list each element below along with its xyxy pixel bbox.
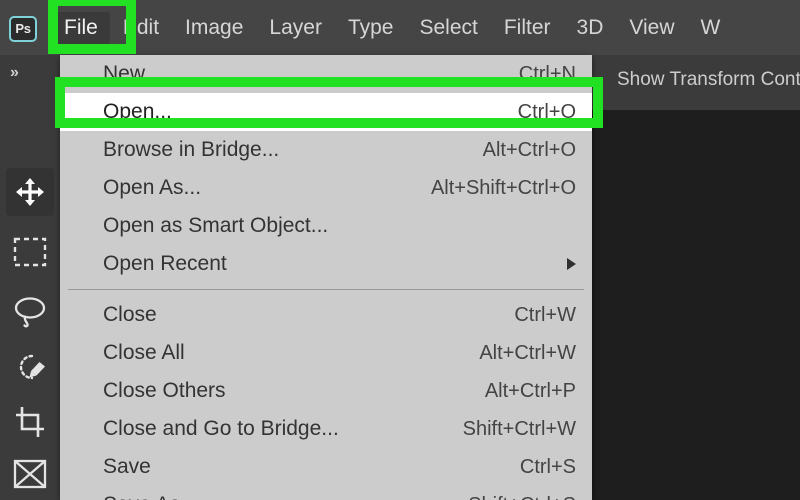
menubar-item-3d[interactable]: 3D — [564, 12, 617, 44]
menu-item-label: Save As... — [103, 493, 198, 500]
menu-item-new[interactable]: New Ctrl+N — [60, 55, 592, 93]
menu-item-shortcut: Alt+Shift+Ctrl+O — [430, 176, 576, 199]
frame-tool-button[interactable] — [6, 450, 54, 498]
menu-item-open-recent[interactable]: Open Recent — [60, 245, 592, 283]
file-dropdown-menu: New Ctrl+N Open... Ctrl+O Browse in Bridge..… — [60, 55, 592, 500]
menu-item-shortcut: Alt+Ctrl+W — [479, 341, 576, 364]
menu-item-label: Open As... — [103, 176, 202, 199]
move-tool-icon — [14, 176, 46, 208]
menu-item-shortcut: Ctrl+S — [519, 455, 576, 478]
menu-item-label: Open... — [103, 100, 172, 123]
menubar-item-select[interactable]: Select — [406, 12, 490, 44]
submenu-arrow-icon — [567, 258, 576, 270]
menu-separator — [68, 289, 584, 290]
menu-item-shortcut: Ctrl+W — [514, 303, 576, 326]
menubar-item-type[interactable]: Type — [335, 12, 407, 44]
menubar-item-file[interactable]: File — [52, 11, 110, 44]
quick-selection-tool-button[interactable] — [6, 343, 54, 391]
menubar-item-w[interactable]: W — [688, 12, 734, 44]
eyedropper-tool-button[interactable] — [6, 492, 54, 500]
toolbar-expand-button[interactable]: » — [0, 55, 60, 91]
menu-item-close[interactable]: Close Ctrl+W — [60, 296, 592, 334]
quick-selection-tool-icon — [12, 351, 48, 383]
menu-item-label: Open Recent — [103, 252, 227, 275]
menu-item-label: Close and Go to Bridge... — [103, 417, 339, 440]
frame-tool-icon — [13, 459, 47, 489]
menu-item-save[interactable]: Save Ctrl+S — [60, 448, 592, 486]
menu-item-label: Close Others — [103, 379, 226, 402]
move-tool-button[interactable] — [6, 168, 54, 216]
menu-item-browse-in-bridge[interactable]: Browse in Bridge... Alt+Ctrl+O — [60, 131, 592, 169]
menu-item-shortcut: Shift+Ctrl+S — [468, 494, 576, 500]
menu-item-label: Open as Smart Object... — [103, 214, 329, 237]
menu-item-label: Close — [103, 303, 157, 326]
menu-bar: Ps File Edit Image Layer Type Select Filter 3D V… — [0, 0, 800, 55]
rectangular-marquee-tool-icon — [13, 237, 47, 267]
menu-item-label: Save — [103, 455, 151, 478]
menubar-item-layer[interactable]: Layer — [256, 12, 335, 44]
menu-item-shortcut: Ctrl+N — [518, 62, 576, 85]
lasso-tool-button[interactable] — [6, 288, 54, 336]
menu-item-label: New — [103, 62, 146, 85]
menu-item-open-as-smart-object[interactable]: Open as Smart Object... — [60, 207, 592, 245]
menu-item-shortcut: Shift+Ctrl+W — [462, 417, 576, 440]
file-menu-rows: New Ctrl+N Open... Ctrl+O Browse in Bridge..… — [60, 55, 592, 500]
menu-item-shortcut: Alt+Ctrl+O — [482, 138, 576, 161]
photoshop-logo-icon: Ps — [9, 16, 37, 42]
menu-item-shortcut: Ctrl+O — [517, 100, 576, 123]
menubar-item-filter[interactable]: Filter — [491, 12, 564, 44]
menubar-item-view[interactable]: View — [616, 12, 687, 44]
menubar-item-image[interactable]: Image — [172, 12, 256, 44]
show-transform-controls-label: Show Transform Cont — [617, 69, 800, 90]
menu-item-close-all[interactable]: Close All Alt+Ctrl+W — [60, 334, 592, 372]
menu-item-label: Close All — [103, 341, 185, 364]
menu-item-close-others[interactable]: Close Others Alt+Ctrl+P — [60, 372, 592, 410]
menu-item-label: Browse in Bridge... — [103, 138, 280, 161]
menu-bar-items: File Edit Image Layer Type Select Filter 3D View… — [52, 0, 733, 55]
rectangular-marquee-tool-button[interactable] — [6, 228, 54, 276]
menu-item-close-and-go-to-bridge[interactable]: Close and Go to Bridge... Shift+Ctrl+W — [60, 410, 592, 448]
crop-tool-icon — [13, 406, 47, 438]
menubar-item-edit[interactable]: Edit — [110, 12, 172, 44]
menu-item-shortcut: Alt+Ctrl+P — [484, 379, 576, 402]
photoshop-window: Show Transform Cont » Ps File Edit Image… — [0, 0, 800, 500]
menu-item-open[interactable]: Open... Ctrl+O — [60, 93, 592, 131]
crop-tool-button[interactable] — [6, 398, 54, 446]
menu-item-save-as[interactable]: Save As... Shift+Ctrl+S — [60, 486, 592, 500]
menu-item-open-as[interactable]: Open As... Alt+Shift+Ctrl+O — [60, 169, 592, 207]
lasso-tool-icon — [13, 296, 47, 328]
